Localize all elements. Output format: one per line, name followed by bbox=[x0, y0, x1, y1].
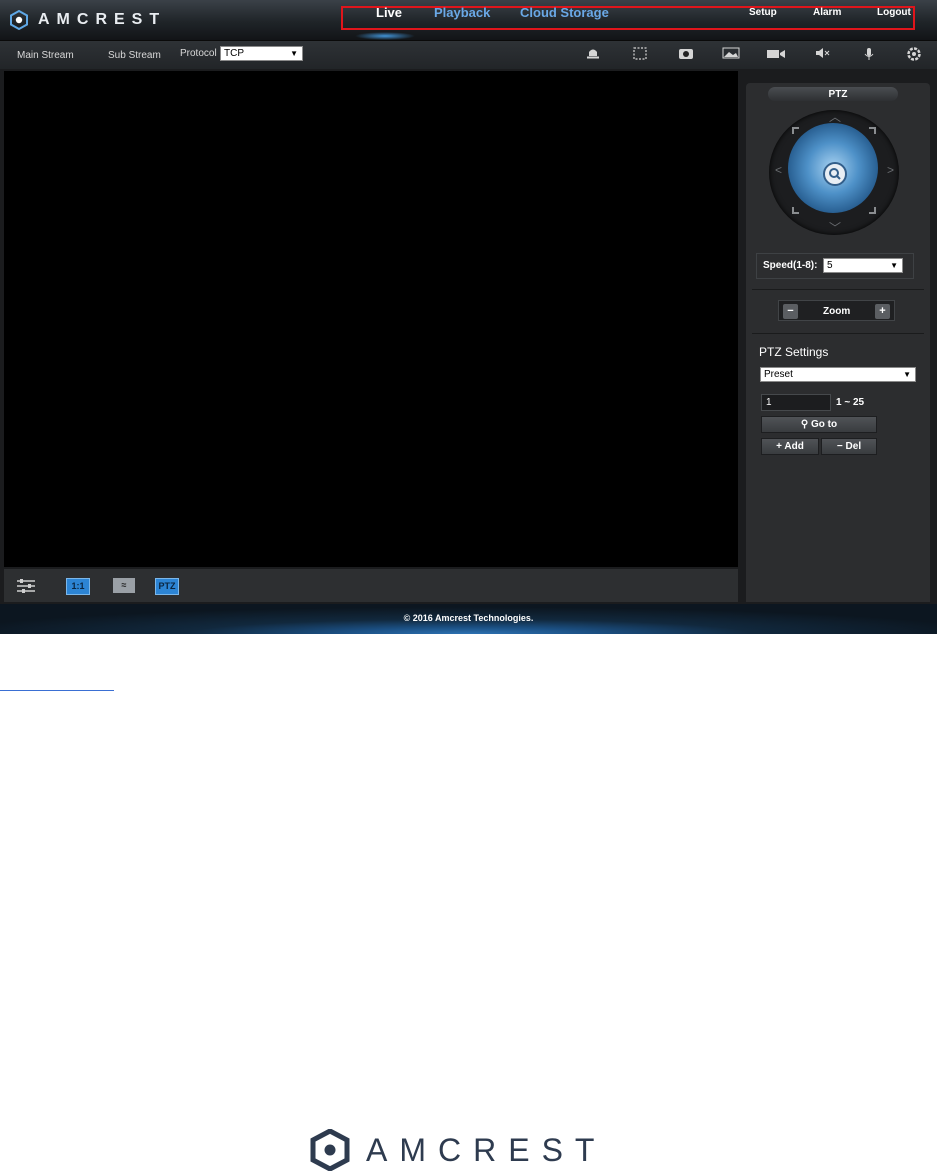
zoom-label: Zoom bbox=[823, 306, 851, 317]
image-adjust-icon[interactable] bbox=[722, 47, 740, 63]
bottom-brand-name: AMCREST bbox=[366, 1131, 607, 1168]
fullscreen-icon[interactable] bbox=[632, 47, 650, 63]
pan-down-icon[interactable]: ﹀ bbox=[829, 219, 841, 236]
dropdown-arrow-icon: ▼ bbox=[890, 261, 898, 270]
preset-number-input[interactable]: 1 bbox=[761, 394, 831, 411]
ptz-title: PTZ bbox=[828, 89, 848, 100]
dropdown-arrow-icon: ▼ bbox=[903, 370, 911, 379]
zoom-in-button[interactable]: + bbox=[875, 304, 890, 319]
del-label: Del bbox=[845, 441, 862, 452]
pan-right-icon[interactable]: > bbox=[887, 163, 894, 177]
document-rule bbox=[0, 690, 114, 691]
pan-down-left-icon[interactable] bbox=[792, 207, 799, 214]
speed-label: Speed(1-8): bbox=[763, 260, 818, 271]
plus-icon: + bbox=[776, 441, 782, 452]
microphone-icon[interactable] bbox=[860, 47, 878, 63]
ptz-mode-select[interactable]: Preset ▼ bbox=[760, 367, 916, 382]
nav-logout[interactable]: Logout bbox=[877, 7, 911, 18]
goto-button[interactable]: ⚲ Go to bbox=[761, 416, 877, 433]
zoom-out-button[interactable]: − bbox=[783, 304, 798, 319]
record-camera-icon[interactable] bbox=[766, 47, 788, 63]
brand-logo: AMCREST bbox=[10, 8, 166, 32]
fluency-icon[interactable]: ≈ bbox=[113, 578, 135, 593]
protocol-label: Protocol bbox=[180, 48, 217, 59]
ptz-mode-value: Preset bbox=[764, 369, 793, 380]
nav-cloud-storage[interactable]: Cloud Storage bbox=[520, 5, 609, 20]
alarm-bell-icon[interactable] bbox=[584, 47, 602, 63]
add-label: Add bbox=[784, 441, 804, 452]
preset-number-value: 1 bbox=[766, 397, 772, 408]
zoom-control: − Zoom + bbox=[778, 300, 895, 321]
preset-range: 1 ~ 25 bbox=[836, 397, 865, 408]
snapshot-camera-icon[interactable] bbox=[677, 47, 695, 63]
top-header: AMCREST Live Playback Cloud Storage Setu… bbox=[0, 0, 937, 41]
protocol-value: TCP bbox=[224, 48, 244, 59]
delete-preset-button[interactable]: − Del bbox=[821, 438, 877, 455]
search-icon: ⚲ bbox=[800, 419, 809, 430]
divider bbox=[752, 289, 924, 290]
sub-stream-link[interactable]: Sub Stream bbox=[108, 50, 161, 61]
ptz-zoom-search-icon[interactable] bbox=[823, 162, 847, 186]
video-viewport[interactable] bbox=[4, 71, 738, 567]
nav-setup[interactable]: Setup bbox=[749, 7, 777, 18]
bottom-brand-logo: AMCREST bbox=[310, 1129, 607, 1171]
ptz-toggle-label: PTZ bbox=[158, 581, 176, 591]
nav-live[interactable]: Live bbox=[376, 5, 402, 20]
dropdown-arrow-icon: ▼ bbox=[290, 49, 298, 58]
adjust-sliders-icon[interactable] bbox=[16, 578, 36, 593]
speed-value: 5 bbox=[827, 260, 833, 271]
ptz-settings-title: PTZ Settings bbox=[759, 345, 829, 359]
pan-left-icon[interactable]: < bbox=[775, 163, 782, 177]
copyright-text: © 2016 Amcrest Technologies. bbox=[403, 613, 534, 623]
ptz-toggle-icon[interactable]: PTZ bbox=[155, 578, 179, 595]
active-tab-glow bbox=[355, 32, 415, 40]
goto-label: Go to bbox=[811, 419, 838, 430]
amcrest-logo-icon bbox=[10, 10, 28, 30]
add-preset-button[interactable]: + Add bbox=[761, 438, 819, 455]
original-size-label: 1:1 bbox=[71, 581, 85, 591]
nav-alarm[interactable]: Alarm bbox=[813, 7, 841, 18]
brand-name: AMCREST bbox=[38, 11, 167, 28]
pan-up-left-icon[interactable] bbox=[792, 127, 799, 134]
settings-gear-icon[interactable] bbox=[905, 47, 923, 63]
nav-playback[interactable]: Playback bbox=[434, 5, 490, 20]
amcrest-logo-icon bbox=[310, 1129, 350, 1171]
pan-up-right-icon[interactable] bbox=[869, 127, 876, 134]
speed-select[interactable]: 5 ▼ bbox=[823, 258, 903, 273]
minus-icon: − bbox=[836, 441, 843, 452]
protocol-select[interactable]: TCP ▼ bbox=[220, 46, 303, 61]
main-stream-link[interactable]: Main Stream bbox=[17, 50, 74, 61]
pan-down-right-icon[interactable] bbox=[869, 207, 876, 214]
amcrest-live-view: AMCREST Live Playback Cloud Storage Setu… bbox=[0, 0, 937, 634]
original-size-icon[interactable]: 1:1 bbox=[66, 578, 90, 595]
page-footer: © 2016 Amcrest Technologies. bbox=[0, 604, 937, 634]
stream-toolbar: Main Stream Sub Stream Protocol TCP ▼ bbox=[0, 41, 937, 69]
divider bbox=[752, 333, 924, 334]
mute-speaker-icon[interactable] bbox=[814, 47, 832, 63]
video-control-bar: 1:1 ≈ PTZ bbox=[4, 569, 738, 602]
